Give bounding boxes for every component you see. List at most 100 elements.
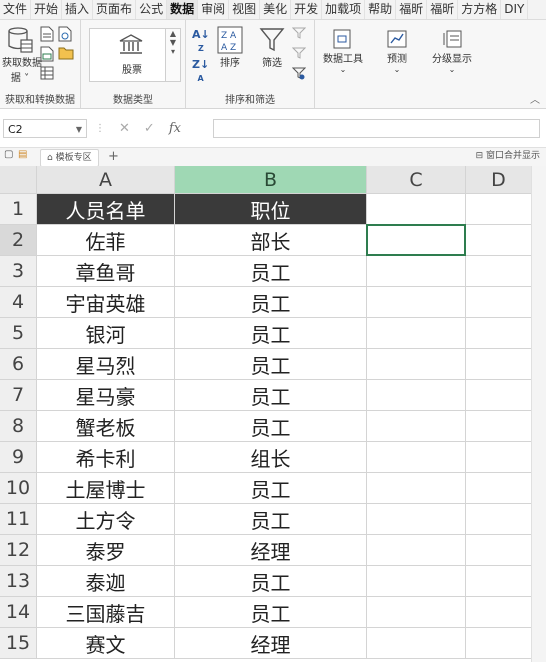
- cell-c[interactable]: [367, 349, 466, 380]
- clear-filter-icon[interactable]: [292, 26, 306, 40]
- row-header[interactable]: 14: [0, 597, 37, 628]
- row-header[interactable]: 4: [0, 287, 37, 318]
- name-box[interactable]: C2 ▼: [3, 119, 87, 138]
- cell-position[interactable]: 员工: [175, 411, 367, 442]
- formula-input[interactable]: [213, 119, 540, 138]
- cell-d[interactable]: [466, 225, 532, 256]
- cell-c[interactable]: [367, 287, 466, 318]
- menu-tab[interactable]: 加载项: [322, 0, 366, 19]
- cell-position[interactable]: 员工: [175, 597, 367, 628]
- advanced-filter-icon[interactable]: [292, 66, 306, 80]
- menu-tab[interactable]: 插入: [62, 0, 94, 19]
- cell-c[interactable]: [367, 535, 466, 566]
- more-icon[interactable]: ⋮: [95, 123, 105, 134]
- menu-tab[interactable]: 帮助: [365, 0, 397, 19]
- cell-d[interactable]: [466, 256, 532, 287]
- cell-c[interactable]: [367, 225, 466, 256]
- row-header[interactable]: 7: [0, 380, 37, 411]
- column-header-a[interactable]: A: [37, 166, 175, 194]
- menu-tab[interactable]: 审阅: [198, 0, 230, 19]
- header-cell-name[interactable]: 人员名单: [37, 194, 175, 225]
- cell-position[interactable]: 员工: [175, 566, 367, 597]
- menu-tab[interactable]: 开始: [31, 0, 63, 19]
- row-header[interactable]: 1: [0, 194, 37, 225]
- chevron-down-icon[interactable]: ▼: [76, 120, 82, 139]
- stock-type-gallery[interactable]: 股票: [89, 28, 175, 82]
- filter-button[interactable]: 筛选: [256, 26, 288, 69]
- cell-name[interactable]: 泰罗: [37, 535, 175, 566]
- column-header-c[interactable]: C: [367, 166, 466, 194]
- get-data-button[interactable]: 获取数据 据 ˅: [2, 26, 42, 84]
- cell-position[interactable]: 员工: [175, 473, 367, 504]
- cell-d[interactable]: [466, 442, 532, 473]
- cell-name[interactable]: 宇宙英雄: [37, 287, 175, 318]
- menu-tab[interactable]: 数据: [167, 0, 199, 19]
- reapply-filter-icon[interactable]: [292, 46, 306, 60]
- cell-position[interactable]: 部长: [175, 225, 367, 256]
- cell-c[interactable]: [367, 473, 466, 504]
- cell-d[interactable]: [466, 349, 532, 380]
- cell-c[interactable]: [367, 380, 466, 411]
- cell-name[interactable]: 佐菲: [37, 225, 175, 256]
- cell-position[interactable]: 经理: [175, 535, 367, 566]
- row-header[interactable]: 5: [0, 318, 37, 349]
- cell-c[interactable]: [367, 256, 466, 287]
- cell-d[interactable]: [466, 194, 532, 225]
- header-cell-position[interactable]: 职位: [175, 194, 367, 225]
- cell-position[interactable]: 经理: [175, 628, 367, 659]
- vertical-scrollbar[interactable]: [531, 166, 546, 662]
- file-icon[interactable]: ▢: [4, 149, 13, 160]
- cell-position[interactable]: 员工: [175, 380, 367, 411]
- cell-name[interactable]: 星马豪: [37, 380, 175, 411]
- row-header[interactable]: 13: [0, 566, 37, 597]
- cell-d[interactable]: [466, 535, 532, 566]
- cell-name[interactable]: 土方令: [37, 504, 175, 535]
- outline-button[interactable]: 分级显示 ⌄: [427, 28, 477, 74]
- menu-tab[interactable]: DIY: [501, 0, 529, 19]
- folder-icon[interactable]: [58, 46, 74, 60]
- cell-position[interactable]: 员工: [175, 256, 367, 287]
- cell-d[interactable]: [466, 628, 532, 659]
- cell-d[interactable]: [466, 318, 532, 349]
- cell-c[interactable]: [367, 628, 466, 659]
- row-header[interactable]: 9: [0, 442, 37, 473]
- menu-tab[interactable]: 视图: [229, 0, 261, 19]
- folder-tab-icon[interactable]: ▤: [18, 149, 27, 160]
- confirm-icon[interactable]: ✓: [144, 121, 155, 136]
- insert-function-icon[interactable]: fx: [169, 121, 181, 136]
- menu-tab[interactable]: 开发: [291, 0, 323, 19]
- cell-d[interactable]: [466, 287, 532, 318]
- merge-windows-button[interactable]: ⊟ 窗口合并显示: [476, 148, 540, 165]
- cell-d[interactable]: [466, 411, 532, 442]
- cell-name[interactable]: 三国藤吉: [37, 597, 175, 628]
- row-header[interactable]: 15: [0, 628, 37, 659]
- menu-tab[interactable]: 方方格: [458, 0, 502, 19]
- menu-tab[interactable]: 页面布: [93, 0, 137, 19]
- cell-c[interactable]: [367, 597, 466, 628]
- cell-position[interactable]: 员工: [175, 318, 367, 349]
- cell-d[interactable]: [466, 597, 532, 628]
- cancel-icon[interactable]: ✕: [119, 121, 130, 136]
- menu-tab[interactable]: 福昕: [427, 0, 459, 19]
- cell-name[interactable]: 希卡利: [37, 442, 175, 473]
- row-header[interactable]: 6: [0, 349, 37, 380]
- cell-name[interactable]: 章鱼哥: [37, 256, 175, 287]
- cell-name[interactable]: 星马烈: [37, 349, 175, 380]
- column-header-d[interactable]: D: [466, 166, 532, 194]
- cell-c[interactable]: [367, 566, 466, 597]
- row-header[interactable]: 10: [0, 473, 37, 504]
- row-header[interactable]: 12: [0, 535, 37, 566]
- cell-name[interactable]: 泰迦: [37, 566, 175, 597]
- tab-template-zone[interactable]: ⌂ 模板专区: [40, 149, 99, 167]
- cell-d[interactable]: [466, 566, 532, 597]
- cell-name[interactable]: 土屋博士: [37, 473, 175, 504]
- cell-position[interactable]: 员工: [175, 287, 367, 318]
- cell-position[interactable]: 组长: [175, 442, 367, 473]
- menu-tab[interactable]: 美化: [260, 0, 292, 19]
- forecast-button[interactable]: 预测 ⌄: [376, 28, 418, 74]
- add-tab-button[interactable]: +: [108, 148, 119, 165]
- menu-tab[interactable]: 公式: [136, 0, 168, 19]
- cell-c[interactable]: [367, 194, 466, 225]
- menu-tab[interactable]: 福昕: [396, 0, 428, 19]
- cell-position[interactable]: 员工: [175, 504, 367, 535]
